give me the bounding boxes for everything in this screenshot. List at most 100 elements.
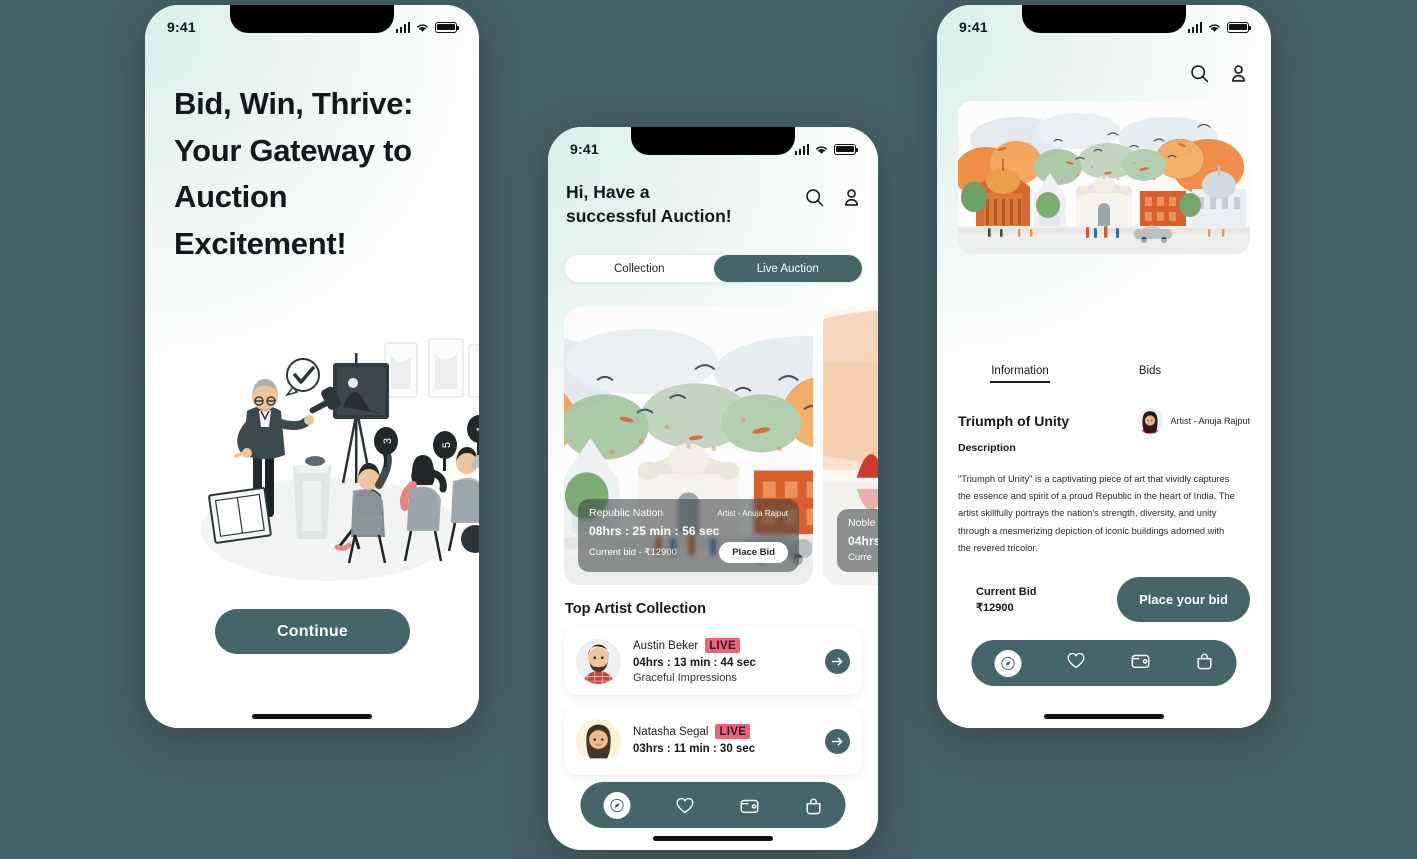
detail-tabs[interactable]: Information Bids [958,365,1250,383]
avatar [1137,408,1163,434]
bag-icon [1197,653,1212,670]
arrow-right-icon[interactable] [825,648,850,674]
tab-bids[interactable]: Bids [1050,365,1250,383]
screen-detail: 9:41 Information Bids Triumph of Unity A… [937,5,1271,728]
screen-home: 9:41 Hi, Have a successful Auction! Coll… [548,127,878,850]
status-badge: LIVE [715,724,751,739]
bottom-tab-bar[interactable] [580,782,846,828]
battery-icon [834,143,859,155]
section-title-top-artist: Top Artist Collection [565,601,706,617]
list-item[interactable]: Natasha Segal LIVE 03hrs : 11 min : 30 s… [564,707,862,775]
signal-icon [395,21,410,33]
status-badge: LIVE [705,638,740,653]
bag-icon [806,798,821,814]
home-indicator [252,714,372,719]
screen-onboarding: 9:41 Bid, Win, Thrive: Your Gateway to A… [145,5,479,728]
current-bid-amount: ₹12900 [976,601,1014,614]
compass-icon [1000,656,1015,670]
list-item[interactable]: Austin Beker LIVE 04hrs : 13 min : 44 se… [564,627,862,695]
auction-hall-illustration: 3 1 5 [201,338,479,581]
artwork-name: Graceful Impressions [633,672,737,684]
status-time: 9:41 [570,141,599,157]
search-icon[interactable] [804,187,825,208]
home-indicator [653,836,773,841]
home-header: Hi, Have a successful Auction! [566,181,862,228]
onboarding-headline: Bid, Win, Thrive: Your Gateway to Auctio… [174,86,414,261]
auction-card[interactable]: Republic Nation Artist - Anuja Rajput 08… [564,307,813,585]
signal-icon [794,143,809,155]
search-icon[interactable] [1189,63,1210,84]
auction-cards-carousel[interactable]: Republic Nation Artist - Anuja Rajput 08… [564,307,878,585]
compass-icon [609,798,624,812]
battery-icon [435,21,460,33]
bottom-tab-bar[interactable] [971,640,1237,686]
page-title: Triumph of Unity [958,413,1070,429]
artist-name: Natasha Segal [633,725,709,738]
tab-favorites[interactable] [1066,651,1085,675]
tab-explore[interactable] [603,791,631,819]
notch [230,5,394,33]
continue-button[interactable]: Continue [215,609,410,654]
notch [1022,5,1186,33]
auction-card-timer: 04hrs [848,534,878,548]
status-icons [794,143,859,155]
current-bid-block: Current Bid ₹12900 [958,586,1037,614]
svg-text:1: 1 [475,426,479,432]
battery-icon [1227,21,1252,33]
tab-bag[interactable] [1196,651,1214,675]
wifi-icon [417,23,428,32]
header-icons [804,181,862,208]
artist-timer: 03hrs : 11 min : 30 sec [633,743,756,755]
place-bid-button[interactable]: Place Bid [719,542,788,563]
tab-wallet[interactable] [740,796,760,815]
phone-home: 9:41 Hi, Have a successful Auction! Coll… [548,127,878,850]
list-item-info: Austin Beker LIVE 04hrs : 13 min : 44 se… [633,638,825,684]
tab-explore[interactable] [994,649,1022,677]
artist-timer: 04hrs : 13 min : 44 sec [633,657,756,669]
artwork-hero-image [958,101,1250,254]
svg-text:5: 5 [441,442,453,448]
toggle-option-live-auction[interactable]: Live Auction [713,255,862,282]
artist-name: Austin Beker [633,639,699,652]
phone-detail: 9:41 Information Bids Triumph of Unity A… [937,5,1271,728]
person-icon[interactable] [841,187,862,208]
phone-onboarding: 9:41 Bid, Win, Thrive: Your Gateway to A… [145,5,479,728]
place-your-bid-button[interactable]: Place your bid [1117,577,1250,622]
tab-information[interactable]: Information [990,365,1050,383]
list-item-info: Natasha Segal LIVE 03hrs : 11 min : 30 s… [633,724,825,758]
auction-card-current-bid: Curre [848,552,872,563]
wallet-icon [1131,654,1150,669]
status-time: 9:41 [167,19,196,35]
heart-icon [676,797,694,813]
auction-card-overlay: Noble 04hrs Curre [837,509,878,572]
collection-live-toggle[interactable]: Collection Live Auction [565,255,862,282]
arrow-right-icon[interactable] [825,728,850,754]
tab-favorites[interactable] [675,796,694,815]
status-time: 9:41 [959,19,988,35]
toggle-option-collection[interactable]: Collection [565,255,714,282]
bid-row: Current Bid ₹12900 Place your bid [958,577,1250,622]
tab-bag[interactable] [805,796,823,815]
detail-header-icons [1189,63,1249,84]
auction-card-overlay: Republic Nation Artist - Anuja Rajput 08… [578,499,799,572]
avatar [576,639,621,684]
detail-title-row: Triumph of Unity Artist - Anuja Rajput [958,408,1250,434]
greeting-text: Hi, Have a successful Auction! [566,182,732,226]
artist-list: Austin Beker LIVE 04hrs : 13 min : 44 se… [564,627,862,787]
artist-info: Artist - Anuja Rajput [1137,408,1250,434]
auction-card-artist: Artist - Anuja Rajput [717,508,788,518]
auction-card-timer: 08hrs : 25 min : 56 sec [589,524,720,538]
status-icons [1187,21,1252,33]
current-bid-label: Current Bid [976,585,1037,598]
wallet-icon [740,799,759,813]
artist-name: Artist - Anuja Rajput [1170,416,1250,426]
notch [631,127,795,155]
wifi-icon [816,145,827,154]
person-icon[interactable] [1228,63,1249,84]
tab-wallet[interactable] [1131,651,1151,675]
description-text: "Triumph of Unity" is a captivating piec… [958,474,1235,553]
auction-card-current-bid: Current bid - ₹12900 [589,547,677,558]
auction-card[interactable]: Noble 04hrs Curre [823,307,878,585]
auction-card-title: Noble [848,517,876,529]
signal-icon [1187,21,1202,33]
